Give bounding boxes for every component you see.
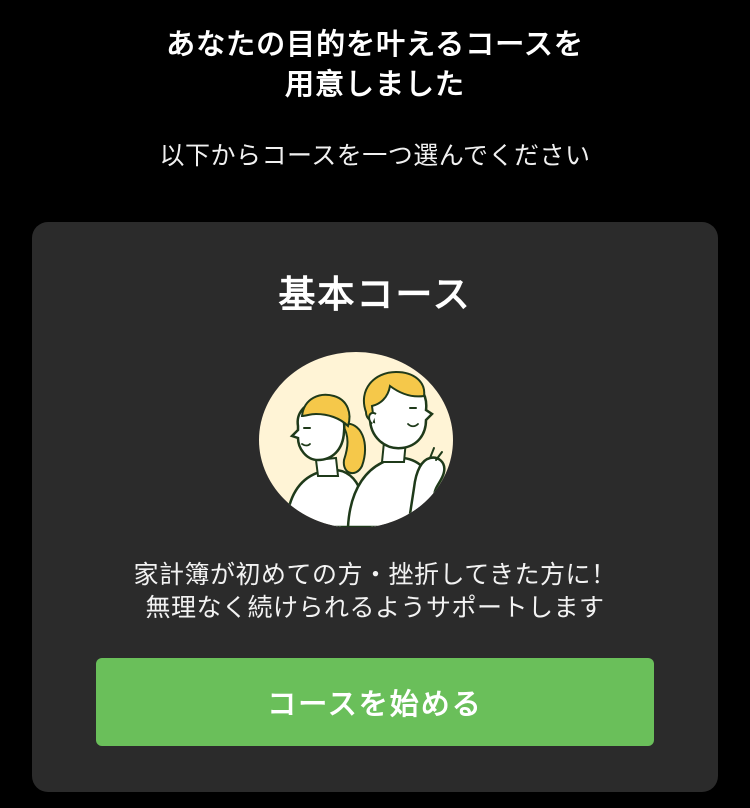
description-line-1: 家計簿が初めての方・挫折してきた方に！	[133, 560, 617, 589]
page-subtitle: 以下からコースを一つ選んでください	[159, 141, 591, 170]
start-course-button[interactable]: コースを始める	[96, 658, 654, 746]
heading-line-2: 用意しました	[284, 67, 465, 101]
course-title: 基本コース	[278, 273, 472, 316]
page-heading: あなたの目的を叶えるコースを 用意しました	[0, 24, 750, 104]
course-description: 家計簿が初めての方・挫折してきた方に！ 無理なく続けられるようサポートします	[32, 558, 718, 624]
two-people-illustration-icon	[258, 352, 458, 528]
course-card: 基本コース 家計簿が初めての方・挫折してきた方に！ 無理なく続けられるようサポー…	[32, 222, 718, 792]
heading-line-1: あなたの目的を叶えるコースを	[166, 27, 584, 61]
description-line-2: 無理なく続けられるようサポートします	[145, 593, 605, 622]
